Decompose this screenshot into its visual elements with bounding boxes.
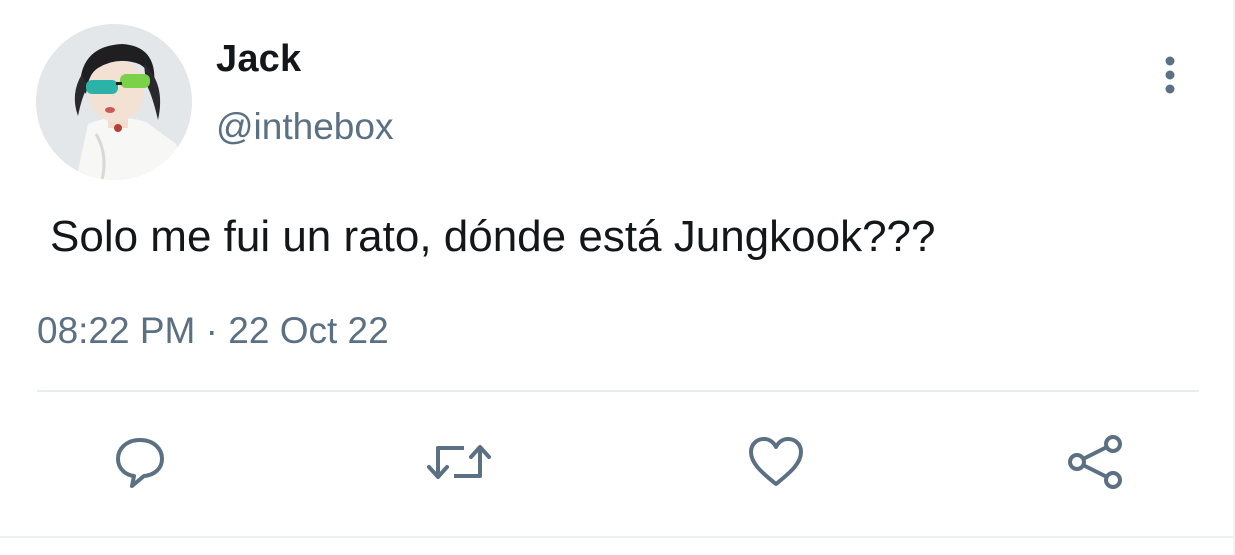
share-icon (1068, 435, 1122, 489)
retweet-button[interactable] (424, 430, 494, 494)
tweet-date: 22 Oct 22 (228, 310, 389, 351)
avatar[interactable] (36, 24, 192, 180)
more-vertical-icon (1165, 56, 1175, 94)
reply-icon (116, 438, 164, 488)
meta-separator: · (205, 310, 218, 351)
retweet-icon (427, 445, 491, 479)
reply-button[interactable] (105, 430, 175, 494)
tweet-card: Jack @inthebox Solo me fui un rato, dónd… (0, 0, 1235, 555)
avatar-image (36, 24, 192, 180)
more-options-button[interactable] (1152, 54, 1188, 98)
like-button[interactable] (741, 430, 811, 494)
user-handle[interactable]: @inthebox (216, 106, 393, 148)
share-button[interactable] (1060, 430, 1130, 494)
heart-icon (749, 437, 803, 486)
tweet-text: Solo me fui un rato, dónde está Jungkook… (50, 212, 936, 261)
display-name[interactable]: Jack (216, 38, 301, 81)
tweet-time: 08:22 PM (37, 310, 196, 351)
tweet-meta: 08:22 PM · 22 Oct 22 (37, 310, 389, 352)
divider (37, 390, 1199, 392)
bottom-border (0, 536, 1235, 538)
